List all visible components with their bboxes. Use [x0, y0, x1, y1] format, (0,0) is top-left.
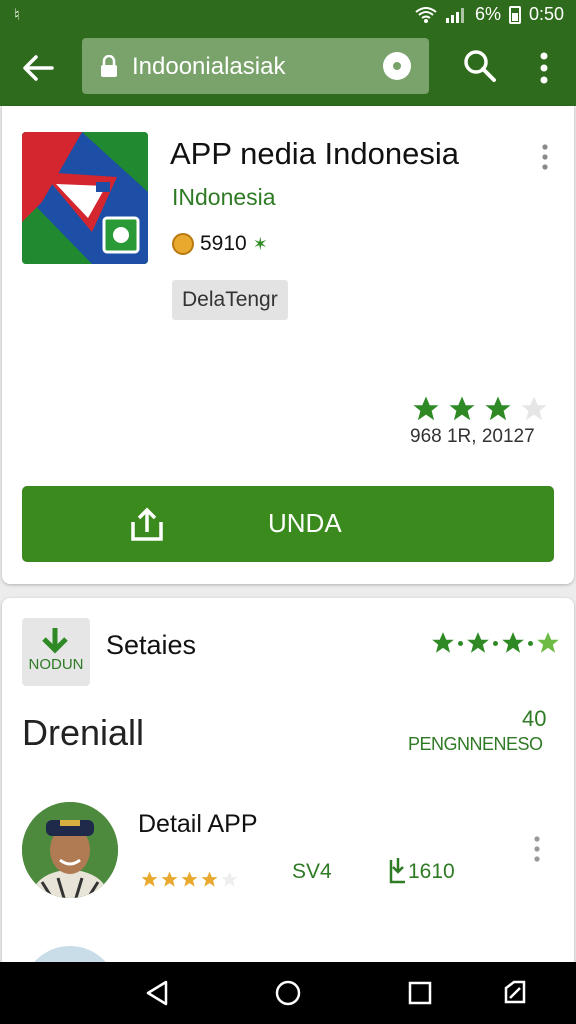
- rating-value: 5910: [200, 232, 247, 255]
- battery-icon: [508, 5, 521, 24]
- coin-icon: [172, 233, 194, 255]
- download-count: 1610: [408, 860, 455, 883]
- battery-percent: 6%: [474, 4, 501, 24]
- star-filled-icon: [181, 871, 198, 887]
- star-empty-icon: [221, 871, 238, 887]
- app-title: APP nedia Indonesia: [170, 136, 459, 171]
- notification-icon: ♮: [14, 7, 20, 24]
- status-icons: 6% 0:50: [415, 4, 564, 25]
- review-meta: 968 1R, 20127: [410, 426, 535, 447]
- navigation-bar: [0, 962, 576, 1024]
- more-vert-icon[interactable]: [530, 834, 544, 864]
- star-empty-icon: [521, 396, 547, 421]
- count-label: PENGNNENESO: [408, 734, 543, 754]
- download-icon: [389, 858, 405, 884]
- star-icon: ✶: [252, 233, 268, 254]
- install-label: UNDA: [268, 508, 342, 538]
- dot-separator: [493, 640, 498, 646]
- developer-name[interactable]: INdonesia: [172, 184, 276, 211]
- status-bar: ♮ 6% 0:50: [0, 0, 576, 30]
- clock: 0:50: [528, 4, 564, 24]
- app-logo-icon: [22, 132, 148, 264]
- app-icon[interactable]: [22, 132, 148, 264]
- section-icon-label: NODUN: [28, 656, 84, 673]
- star-filled-icon: [141, 871, 158, 887]
- count-value: 40: [522, 706, 547, 731]
- star-filled-icon: [161, 871, 178, 887]
- star-filled-icon: [502, 632, 524, 653]
- detail-stars: [140, 870, 239, 889]
- star-filled-icon: [485, 396, 511, 421]
- detail-score: SV4: [292, 860, 332, 883]
- category-tag[interactable]: DelaTengr: [172, 280, 288, 320]
- section-icon: NODUN: [22, 618, 90, 686]
- details-card: NODUN Setaies Dreniall 40 PENGNNENESO De…: [2, 598, 574, 986]
- star-filled-icon: [467, 632, 489, 653]
- back-icon[interactable]: [142, 978, 172, 1008]
- url-text: Indoonialasiak: [132, 53, 286, 80]
- recents-icon[interactable]: [405, 978, 435, 1008]
- rating-stars: [410, 394, 550, 424]
- more-vert-icon[interactable]: [532, 48, 556, 88]
- star-half-icon: [537, 632, 559, 653]
- search-icon[interactable]: [462, 48, 498, 84]
- dot-separator: [528, 640, 533, 646]
- more-vert-icon[interactable]: [538, 142, 552, 172]
- dot-separator: [458, 640, 463, 646]
- person-photo: [22, 802, 118, 898]
- signal-icon: [445, 7, 464, 23]
- lock-icon: [101, 55, 117, 77]
- section-title: Setaies: [106, 630, 197, 660]
- section-heading: Dreniall: [22, 712, 145, 753]
- star-filled-icon: [432, 632, 454, 653]
- reader-icon[interactable]: [383, 52, 411, 80]
- wifi-icon: [415, 6, 437, 23]
- avatar[interactable]: [22, 802, 118, 898]
- share-icon: [131, 507, 163, 541]
- home-icon[interactable]: [273, 978, 303, 1008]
- app-bar: Indoonialasiak: [0, 30, 576, 106]
- screenshot-icon[interactable]: [500, 978, 530, 1008]
- star-filled-icon: [201, 871, 218, 887]
- star-filled-icon: [413, 396, 439, 421]
- back-arrow-icon[interactable]: [18, 48, 58, 88]
- url-field[interactable]: Indoonialasiak: [82, 38, 429, 94]
- install-button[interactable]: UNDA: [22, 486, 554, 562]
- app-card: APP nedia Indonesia INdonesia 5910 ✶ Del…: [2, 106, 574, 584]
- star-filled-icon: [449, 396, 475, 421]
- section-stars: [430, 630, 561, 656]
- detail-title[interactable]: Detail APP: [138, 810, 258, 839]
- rating-row: 5910 ✶: [172, 232, 268, 256]
- download-arrow-icon: [42, 628, 68, 654]
